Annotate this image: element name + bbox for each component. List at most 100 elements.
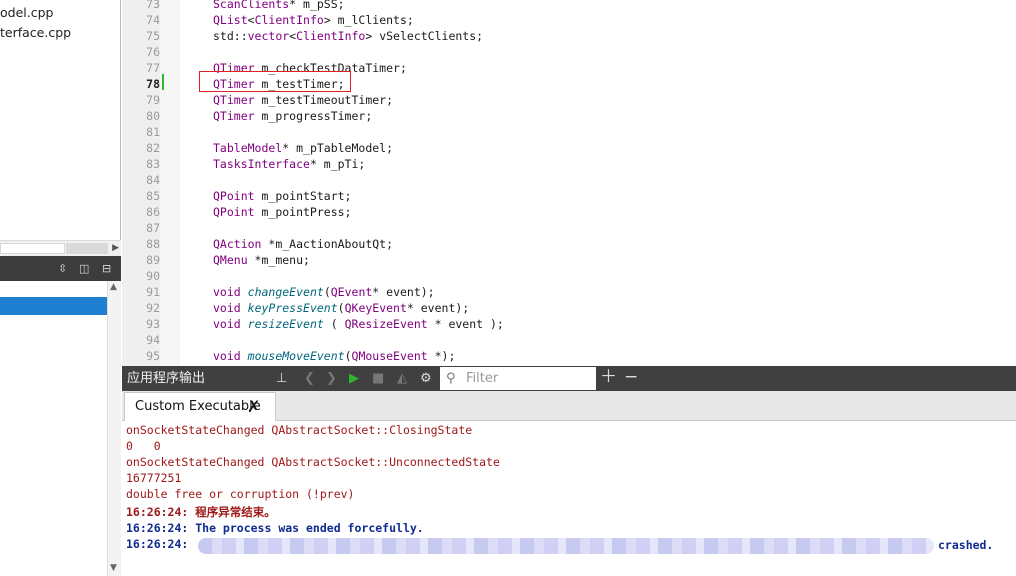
file-item[interactable]: odel.cpp — [0, 3, 53, 23]
line-number: 82 — [146, 141, 160, 155]
zoom-in-icon[interactable]: ＋ — [600, 368, 617, 387]
output-line: 16777251 — [126, 471, 182, 485]
current-line-marker — [162, 74, 164, 90]
scroll-right-arrow-icon[interactable]: ▶ — [112, 241, 119, 256]
close-tab-icon[interactable]: ✗ — [247, 393, 260, 421]
code-type-token: ClientInfo — [296, 29, 366, 43]
filter-input[interactable]: ⚲ Filter — [440, 367, 596, 390]
code-type-token: QMouseEvent — [351, 349, 428, 363]
line-number: 94 — [146, 333, 160, 347]
code-line[interactable]: QMenu *m_menu; — [213, 252, 310, 268]
line-number: 88 — [146, 237, 160, 251]
code-token: > m_lClients; — [323, 13, 414, 27]
code-type-token: ClientInfo — [254, 13, 324, 27]
scroll-up-arrow-icon[interactable]: ▲ — [110, 282, 117, 292]
search-icon: ⚲ — [446, 371, 456, 386]
split-icon[interactable]: ◫ — [79, 260, 89, 277]
annotation-highlight-box — [199, 71, 351, 92]
tab-custom-executable[interactable]: Custom Executable ✗ — [124, 392, 276, 421]
code-function-token: mouseMoveEvent — [247, 349, 345, 363]
line-number: 75 — [146, 29, 160, 43]
selected-document-row[interactable] — [0, 297, 107, 315]
code-token: *); — [427, 349, 456, 363]
code-line[interactable]: void changeEvent(QEvent* event); — [213, 284, 435, 300]
code-token: ( — [337, 301, 345, 315]
code-line[interactable]: void resizeEvent ( QResizeEvent * event … — [213, 316, 504, 332]
file-item[interactable]: terface.cpp — [0, 23, 71, 43]
code-token: * event); — [406, 301, 470, 315]
stop-icon[interactable]: ■ — [372, 369, 384, 388]
output-line: onSocketStateChanged QAbstractSocket::Cl… — [126, 423, 473, 437]
code-token: *m_AactionAboutQt; — [261, 237, 394, 251]
code-line[interactable]: QList<ClientInfo> m_lClients; — [213, 12, 414, 28]
scrollbar-thumb[interactable] — [0, 243, 65, 254]
close-panel-icon[interactable]: ⊟ — [102, 260, 111, 277]
code-line[interactable]: QPoint m_pointPress; — [213, 204, 351, 220]
line-number: 93 — [146, 317, 160, 331]
code-line[interactable]: void mouseMoveEvent(QMouseEvent *); — [213, 348, 455, 364]
code-type-token: void — [213, 317, 241, 331]
code-token: ( — [323, 317, 345, 331]
code-type-token: QTimer — [213, 109, 255, 123]
horizontal-scrollbar[interactable]: ▶ — [0, 240, 121, 256]
line-number: 80 — [146, 109, 160, 123]
code-token: * m_pTableModel; — [282, 141, 394, 155]
code-line[interactable]: std::vector<ClientInfo> vSelectClients; — [213, 28, 483, 44]
settings-icon[interactable]: ⚙ — [420, 369, 432, 388]
application-output[interactable]: onSocketStateChanged QAbstractSocket::Cl… — [122, 421, 1016, 576]
code-editor[interactable]: 73 ScanClients* m_pSS; 74 QList<ClientInfo>… — [122, 0, 1016, 366]
line-number: 78 — [146, 77, 160, 91]
output-line-crashed: crashed. — [938, 538, 994, 552]
code-line[interactable]: QPoint m_pointStart; — [213, 188, 351, 204]
output-line: 16:26:24: — [126, 537, 189, 551]
code-line[interactable]: void keyPressEvent(QKeyEvent* event); — [213, 300, 469, 316]
code-token: m_testTimeoutTimer; — [254, 93, 394, 107]
line-number: 81 — [146, 125, 160, 139]
prev-icon[interactable]: ❮ — [304, 369, 315, 388]
code-line[interactable]: TableModel* m_pTableModel; — [213, 140, 393, 156]
code-token: * m_pTi; — [309, 157, 366, 171]
sort-updown-icon[interactable]: ⇳ — [58, 260, 67, 277]
code-type-token: void — [213, 301, 241, 315]
vertical-scrollbar[interactable]: ▲ ▼ — [107, 281, 121, 576]
code-type-token: QList — [213, 13, 248, 27]
code-token: m_pointPress; — [254, 205, 352, 219]
code-line[interactable]: QTimer m_testTimeoutTimer; — [213, 92, 393, 108]
line-number: 77 — [146, 61, 160, 75]
code-type-token: QPoint — [213, 189, 255, 203]
fold-strip — [160, 0, 180, 366]
code-type-token: void — [213, 285, 241, 299]
scroll-down-arrow-icon[interactable]: ▼ — [110, 563, 117, 573]
code-token: m_pointStart; — [254, 189, 352, 203]
code-line[interactable]: QTimer m_progressTimer; — [213, 108, 372, 124]
code-type-token: QResizeEvent — [344, 317, 428, 331]
code-token: * event); — [372, 285, 435, 299]
output-tab-bar: Custom Executable ✗ — [122, 391, 1016, 421]
next-icon[interactable]: ❯ — [326, 369, 337, 388]
attach-debugger-icon[interactable]: ◭ — [397, 369, 407, 388]
zoom-out-icon[interactable]: − — [624, 368, 638, 387]
output-line: 0 0 — [126, 439, 161, 453]
code-type-token: ScanClients — [213, 0, 290, 11]
scrollbar-track[interactable] — [66, 243, 108, 254]
code-token: ( — [344, 349, 352, 363]
tab-label: Custom Executable — [135, 399, 261, 414]
code-function-token: changeEvent — [247, 285, 324, 299]
line-number: 83 — [146, 157, 160, 171]
line-number: 86 — [146, 205, 160, 219]
code-line[interactable]: TasksInterface* m_pTi; — [213, 156, 365, 172]
output-toolbar: 应用程序输出 ⊥ ❮ ❯ ▶ ■ ◭ ⚙ ⚲ Filter ＋ − — [122, 366, 1016, 391]
run-icon[interactable]: ▶ — [349, 369, 359, 388]
code-type-token: TableModel — [213, 141, 283, 155]
output-line: 16:26:24: The process was ended forceful… — [126, 521, 424, 535]
line-number: 91 — [146, 285, 160, 299]
code-type-token: void — [213, 349, 241, 363]
code-line[interactable]: QAction *m_AactionAboutQt; — [213, 236, 393, 252]
code-line[interactable]: ScanClients* m_pSS; — [213, 0, 345, 12]
code-token: < — [247, 13, 255, 27]
attach-icon[interactable]: ⊥ — [276, 369, 287, 388]
